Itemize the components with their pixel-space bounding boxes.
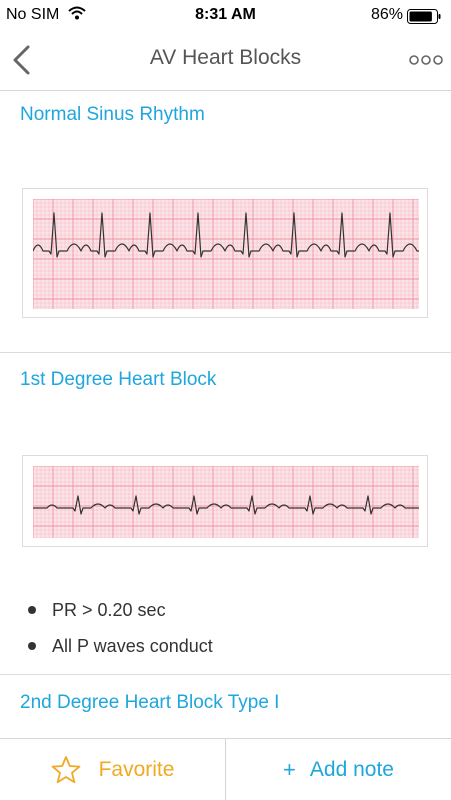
- ecg-strip-normal-sinus: [33, 199, 419, 309]
- more-button[interactable]: [409, 52, 443, 68]
- ecg-strip-first-degree: [33, 466, 419, 538]
- divider: [0, 674, 451, 675]
- favorite-button[interactable]: Favorite: [0, 739, 225, 800]
- more-icon: [409, 55, 443, 65]
- list-item-text: PR > 0.20 sec: [52, 599, 166, 620]
- bottom-toolbar: Favorite + Add note: [0, 738, 451, 800]
- bullet-dot: [28, 606, 36, 614]
- screen: No SIM 8:31 AM 86% AV Heart Blocks Norma…: [0, 0, 451, 800]
- favorite-label: Favorite: [98, 758, 175, 781]
- battery-icon: [407, 9, 441, 29]
- battery-percent: 86%: [370, 6, 403, 23]
- add-note-label: Add note: [309, 758, 394, 781]
- section-title-first-degree[interactable]: 1st Degree Heart Block: [20, 369, 216, 391]
- section-title-normal-sinus[interactable]: Normal Sinus Rhythm: [20, 104, 205, 126]
- status-bar: No SIM 8:31 AM 86%: [0, 0, 451, 30]
- page-title: AV Heart Blocks: [149, 46, 302, 69]
- bullet-list: PR > 0.20 sec All P waves conduct: [28, 592, 213, 664]
- ecg-card-normal-sinus[interactable]: [22, 188, 428, 318]
- list-item-text: All P waves conduct: [52, 635, 213, 656]
- plus-icon: +: [283, 757, 296, 782]
- add-note-button[interactable]: + Add note: [226, 739, 451, 800]
- list-item: All P waves conduct: [28, 628, 213, 664]
- nav-bar: AV Heart Blocks: [0, 30, 451, 91]
- ecg-card-first-degree[interactable]: [22, 455, 428, 547]
- list-item: PR > 0.20 sec: [28, 592, 213, 628]
- star-icon: [51, 756, 80, 784]
- section-title-second-degree-type-1[interactable]: 2nd Degree Heart Block Type I: [20, 692, 279, 714]
- bullet-dot: [28, 642, 36, 650]
- divider: [0, 352, 451, 353]
